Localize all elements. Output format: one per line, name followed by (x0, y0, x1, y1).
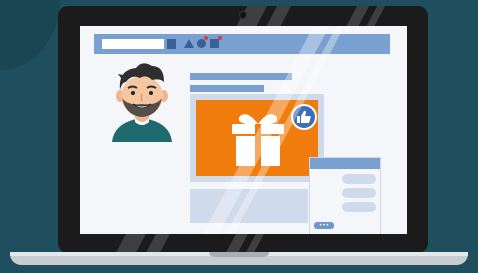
notification-dot (218, 36, 222, 40)
comment-box[interactable] (190, 189, 308, 223)
gift-box-icon (232, 114, 284, 166)
notification-dot (204, 36, 208, 40)
chat-message (342, 174, 376, 184)
chat-message (342, 188, 376, 198)
laptop-screen: ••• (80, 26, 407, 234)
smiling-man-avatar-icon[interactable] (106, 60, 178, 142)
chat-message (342, 202, 376, 212)
illustration-stage: ••• (0, 0, 478, 273)
app-top-bar (94, 34, 390, 54)
laptop-lid: ••• (58, 6, 428, 253)
background-circle (0, 0, 60, 70)
circle-icon[interactable] (197, 39, 206, 48)
triangle-icon[interactable] (184, 39, 194, 48)
post-title-placeholder (190, 73, 292, 80)
chat-panel: ••• (309, 157, 381, 234)
chat-header (310, 158, 380, 169)
thumbs-up-icon (297, 110, 311, 123)
post-card[interactable] (190, 94, 324, 182)
search-input[interactable] (102, 39, 164, 49)
post-subtitle-placeholder (190, 85, 264, 92)
square-icon[interactable] (210, 39, 219, 48)
like-reaction-badge[interactable] (291, 104, 317, 130)
chat-send-button[interactable]: ••• (314, 222, 334, 229)
laptop-opening-notch (209, 252, 269, 257)
webcam-icon (240, 12, 246, 18)
search-button[interactable] (167, 39, 176, 49)
